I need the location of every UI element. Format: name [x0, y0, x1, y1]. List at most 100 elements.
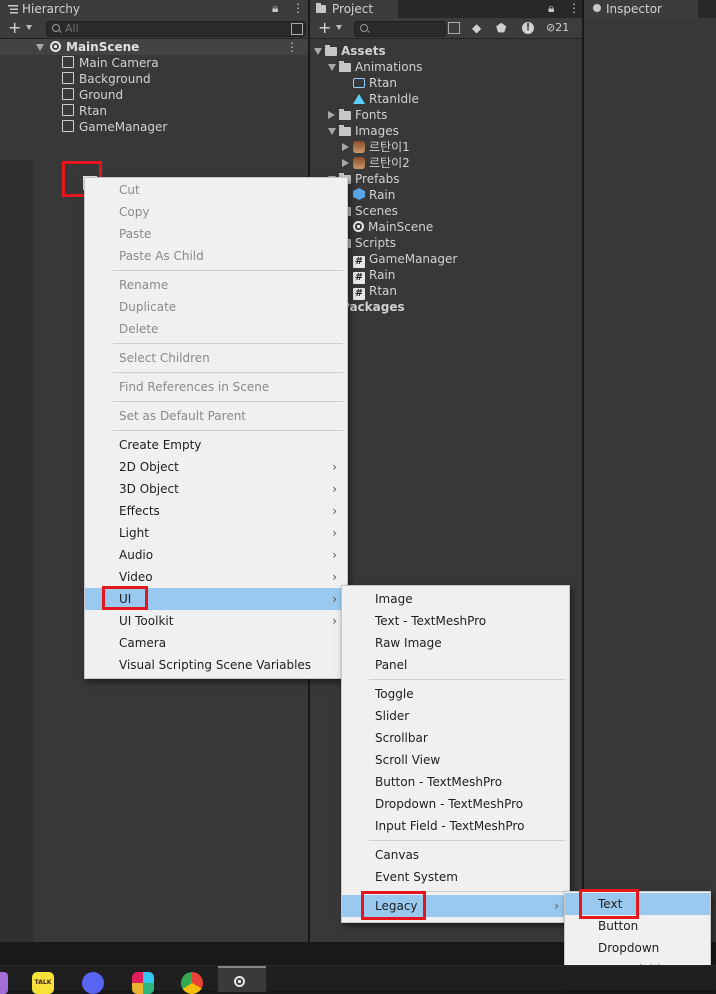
menu-item-label: Dropdown	[598, 941, 660, 955]
menu-item-label: Canvas	[375, 848, 420, 862]
project-item[interactable]: RtanIdle	[342, 91, 419, 107]
menu-item[interactable]: Visual Scripting Scene Variables	[85, 654, 347, 676]
menu-item[interactable]: Create Empty	[85, 434, 347, 456]
hierarchy-item[interactable]: Rtan	[62, 103, 107, 119]
discord-icon[interactable]	[82, 972, 104, 994]
project-item[interactable]: Rtan	[342, 75, 397, 91]
project-item[interactable]: Fonts	[328, 107, 387, 123]
project-item[interactable]: Rain	[342, 187, 395, 203]
slack-icon[interactable]	[132, 972, 154, 994]
project-toolbar: + ◆ ⬟ ! ⊘21	[310, 18, 582, 39]
chevron-right-icon: ›	[332, 548, 337, 562]
menu-item[interactable]: Light ›	[85, 522, 347, 544]
menu-item[interactable]: Camera	[85, 632, 347, 654]
chevron-down-icon[interactable]	[336, 25, 342, 30]
project-item[interactable]: 르탄이2	[342, 155, 410, 171]
menu-item[interactable]: Audio ›	[85, 544, 347, 566]
chevron-right-icon: ›	[332, 526, 337, 540]
menu-item[interactable]: Toggle	[342, 683, 569, 705]
menu-item[interactable]: Scroll View	[342, 749, 569, 771]
menu-item[interactable]: 3D Object ›	[85, 478, 347, 500]
filter-by-label-icon[interactable]: ⬟	[496, 21, 506, 35]
menu-item[interactable]: Dropdown - TextMeshPro	[342, 793, 569, 815]
menu-item: Find References in Scene	[85, 376, 347, 398]
menu-item-label: Rename	[119, 278, 169, 292]
hierarchy-item[interactable]: Main Camera	[62, 55, 159, 71]
chevron-down-icon[interactable]	[328, 64, 336, 71]
menu-item[interactable]: Video ›	[85, 566, 347, 588]
animation-clip-icon	[353, 94, 365, 104]
unity-icon	[234, 976, 245, 987]
project-item[interactable]: Animations	[328, 59, 422, 75]
chevron-down-icon[interactable]	[36, 44, 44, 51]
app-icon[interactable]	[0, 972, 8, 994]
lock-icon[interactable]: 🔒︎	[548, 1, 554, 16]
menu-item[interactable]: Panel	[342, 654, 569, 676]
project-item[interactable]: # Rain	[342, 267, 396, 284]
filter-by-type-icon[interactable]: ◆	[472, 21, 481, 35]
menu-item-label: Camera	[119, 636, 167, 650]
menu-item[interactable]: Event System	[342, 866, 569, 888]
hierarchy-left-gutter	[0, 160, 34, 942]
project-item-label: Fonts	[355, 108, 388, 122]
search-icon	[360, 24, 368, 32]
chevron-down-icon[interactable]	[328, 128, 336, 135]
chevron-right-icon[interactable]	[342, 159, 349, 167]
menu-item[interactable]: Image	[342, 588, 569, 610]
menu-item[interactable]: UI Toolkit ›	[85, 610, 347, 632]
kebab-menu-icon[interactable]: ⋮	[286, 39, 298, 55]
project-tabbar: Project 🔒︎ ⋮	[310, 0, 582, 18]
menu-item[interactable]: 2D Object ›	[85, 456, 347, 478]
project-item-label: Rain	[369, 268, 396, 282]
project-item[interactable]: 르탄이1	[342, 139, 410, 155]
project-item[interactable]: # GameManager	[342, 251, 457, 268]
chevron-right-icon: ›	[332, 614, 337, 628]
kakaotalk-icon[interactable]: TALK	[32, 972, 54, 994]
add-button[interactable]: +	[8, 18, 21, 38]
warning-filter-icon[interactable]: !	[522, 22, 534, 34]
chevron-right-icon[interactable]	[342, 143, 349, 151]
chrome-icon[interactable]	[181, 972, 203, 994]
menu-item[interactable]: Scrollbar	[342, 727, 569, 749]
search-input[interactable]	[354, 21, 446, 37]
menu-item[interactable]: Dropdown	[565, 937, 710, 959]
hidden-packages-icon[interactable]: ⊘21	[546, 21, 569, 34]
search-options-icon[interactable]	[291, 23, 303, 35]
menu-item[interactable]: Text - TextMeshPro	[342, 610, 569, 632]
tab-inspector[interactable]: Inspector	[584, 0, 698, 18]
search-options-icon[interactable]	[448, 22, 460, 34]
hierarchy-item[interactable]: GameManager	[62, 119, 167, 135]
chevron-down-icon[interactable]	[314, 48, 322, 55]
kebab-menu-icon[interactable]: ⋮	[292, 1, 304, 15]
tab-project[interactable]: Project	[310, 0, 398, 18]
folder-icon	[339, 61, 351, 72]
project-item[interactable]: # Rtan	[342, 283, 397, 300]
chevron-down-icon[interactable]	[26, 25, 32, 30]
menu-item[interactable]: Canvas	[342, 844, 569, 866]
project-item-label: 르탄이1	[369, 140, 410, 154]
menu-item-label: Delete	[119, 322, 159, 336]
project-item-label: Scripts	[355, 236, 397, 250]
tab-label: Project	[332, 2, 374, 16]
menu-item-label: Paste	[119, 227, 152, 241]
menu-item[interactable]: Effects ›	[85, 500, 347, 522]
menu-item[interactable]: Raw Image	[342, 632, 569, 654]
project-item[interactable]: Assets	[314, 43, 386, 59]
project-item[interactable]: Images	[328, 123, 399, 139]
scene-row[interactable]: MainScene ⋮	[0, 39, 308, 55]
hierarchy-item[interactable]: Background	[62, 71, 151, 87]
gameobject-icon	[62, 72, 74, 84]
add-button[interactable]: +	[318, 18, 331, 38]
menu-item[interactable]: Input Field - TextMeshPro	[342, 815, 569, 837]
unity-taskbar-item[interactable]	[218, 966, 266, 992]
hierarchy-item[interactable]: Ground	[62, 87, 123, 103]
menu-item[interactable]: Button - TextMeshPro	[342, 771, 569, 793]
search-input[interactable]: All	[46, 21, 306, 37]
project-item[interactable]: MainScene	[342, 219, 433, 235]
lock-icon[interactable]: 🔒︎	[272, 1, 278, 16]
menu-item[interactable]: Slider	[342, 705, 569, 727]
chevron-right-icon[interactable]	[328, 111, 335, 119]
tab-hierarchy[interactable]: Hierarchy	[0, 0, 308, 18]
info-icon	[593, 4, 601, 12]
kebab-menu-icon[interactable]: ⋮	[568, 1, 580, 15]
